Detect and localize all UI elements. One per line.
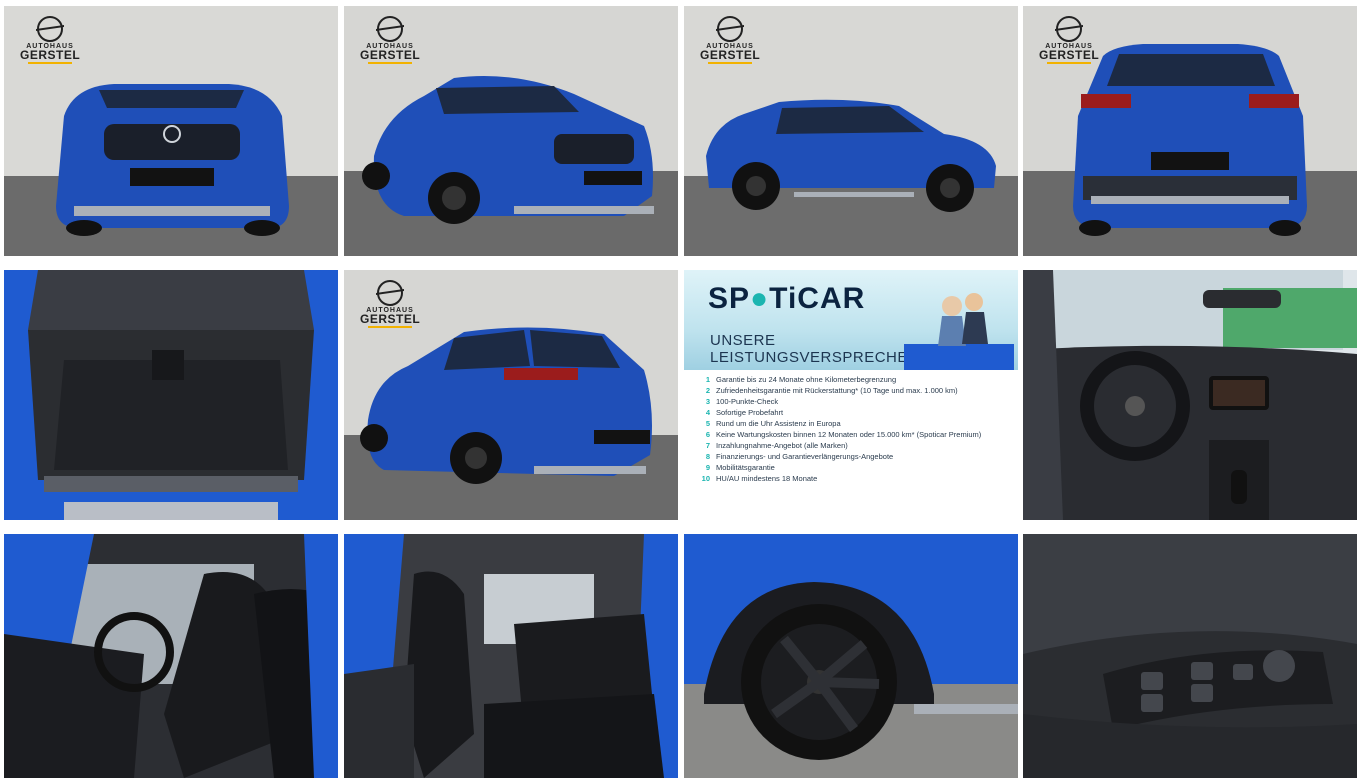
gallery-tile-rear-seats[interactable]	[344, 534, 678, 778]
opel-logo-icon	[1056, 16, 1082, 42]
promo-item-text: Keine Wartungskosten binnen 12 Monaten o…	[716, 430, 982, 439]
promo-list: 1 Garantie bis zu 24 Monate ohne Kilomete…	[694, 374, 1014, 484]
promo-item-text: Rund um die Uhr Assistenz in Europa	[716, 419, 841, 428]
promo-item-text: Zufriedenheitsgarantie mit Rückerstattun…	[716, 386, 958, 395]
promo-item: 4 Sofortige Probefahrt	[694, 407, 1014, 418]
dealer-logo-name: GERSTEL	[1039, 48, 1100, 62]
logo-underline	[368, 326, 412, 328]
logo-underline	[1047, 62, 1091, 64]
gallery-tile-wheel[interactable]	[684, 534, 1018, 778]
promo-item-text: HU/AU mindestens 18 Monate	[716, 474, 818, 483]
dealer-logo: AUTOHAUS GERSTEL	[20, 16, 80, 64]
promo-item-number: 1	[705, 375, 710, 384]
brand-part-b: TiCAR	[769, 282, 866, 315]
gallery-tile-door-controls[interactable]	[1023, 534, 1357, 778]
promo-item-text: Sofortige Probefahrt	[716, 408, 784, 417]
promo-item-number: 3	[705, 397, 710, 406]
promo-item: 3 100-Punkte-Check	[694, 396, 1014, 407]
promo-heading: UNSERE LEISTUNGSVERSPRECHEN	[710, 332, 919, 366]
promo-item-text: Garantie bis zu 24 Monate ohne Kilometer…	[716, 375, 897, 384]
gallery-tile-rear[interactable]: AUTOHAUS GERSTEL	[1023, 6, 1357, 256]
gallery-tile-spoticar-promo[interactable]: SP●TiCAR UNSERE LEISTUNGSVERSPRECHEN 1 Gar…	[684, 270, 1018, 520]
promo-item-number: 7	[705, 441, 710, 450]
promo-item: 5 Rund um die Uhr Assistenz in Europa	[694, 418, 1014, 429]
dealer-logo-name: GERSTEL	[20, 48, 81, 62]
gallery-tile-rear-three-quarter[interactable]: AUTOHAUS GERSTEL	[344, 270, 678, 520]
promo-item-number: 4	[705, 408, 710, 417]
promo-item: 2 Zufriedenheitsgarantie mit Rückerstattu…	[694, 385, 1014, 396]
gallery-tile-cockpit[interactable]	[1023, 270, 1357, 520]
promo-item: 8 Finanzierungs- und Garantieverlängerung…	[694, 451, 1014, 462]
logo-underline	[708, 62, 752, 64]
car-rear-seats-photo	[344, 534, 678, 778]
car-trunk-photo	[4, 270, 338, 520]
promo-photo	[904, 293, 1014, 370]
car-wheel-photo	[684, 534, 1018, 778]
gallery-tile-front-right[interactable]: AUTOHAUS GERSTEL	[344, 6, 678, 256]
promo-heading-line-1: UNSERE	[710, 332, 776, 349]
brand-part-a: SP	[708, 282, 751, 315]
opel-logo-icon	[717, 16, 743, 42]
dealer-logo: AUTOHAUS GERSTEL	[700, 16, 760, 64]
promo-item-number: 9	[705, 463, 710, 472]
dealer-logo: AUTOHAUS GERSTEL	[360, 16, 420, 64]
dealer-logo-name: GERSTEL	[360, 312, 421, 326]
promo-item: 7 Inzahlungnahme-Angebot (alle Marken)	[694, 440, 1014, 451]
opel-logo-icon	[377, 280, 403, 306]
spoticar-brand: SP●TiCAR	[708, 282, 865, 316]
promo-item-number: 6	[705, 430, 710, 439]
opel-logo-icon	[37, 16, 63, 42]
logo-underline	[368, 62, 412, 64]
promo-item-text: 100-Punkte-Check	[716, 397, 779, 406]
opel-logo-icon	[377, 16, 403, 42]
gallery-tile-front-seats[interactable]	[4, 534, 338, 778]
gallery-tile-front[interactable]: AUTOHAUS GERSTEL	[4, 6, 338, 256]
location-pin-icon: ●	[750, 282, 770, 315]
promo-item-text: Mobilitätsgarantie	[716, 463, 775, 472]
logo-underline	[28, 62, 72, 64]
promo-item: 9 Mobilitätsgarantie	[694, 462, 1014, 473]
car-door-controls-photo	[1023, 534, 1357, 778]
image-gallery: AUTOHAUS GERSTEL AUTOHAUS GERSTEL AUTOHA…	[0, 0, 1363, 778]
promo-item-number: 8	[705, 452, 710, 461]
gallery-tile-side[interactable]: AUTOHAUS GERSTEL	[684, 6, 1018, 256]
dealer-logo: AUTOHAUS GERSTEL	[1039, 16, 1099, 64]
promo-item-text: Finanzierungs- und Garantieverlängerungs…	[716, 452, 894, 461]
dealer-logo-name: GERSTEL	[700, 48, 761, 62]
promo-header: SP●TiCAR UNSERE LEISTUNGSVERSPRECHEN	[684, 270, 1018, 370]
car-front-seats-photo	[4, 534, 338, 778]
promo-item: 6 Keine Wartungskosten binnen 12 Monaten …	[694, 429, 1014, 440]
promo-item: 10 HU/AU mindestens 18 Monate	[694, 473, 1014, 484]
promo-item-number: 2	[705, 386, 710, 395]
car-cockpit-photo	[1023, 270, 1357, 520]
gallery-tile-trunk[interactable]	[4, 270, 338, 520]
dealer-logo: AUTOHAUS GERSTEL	[360, 280, 420, 328]
promo-item-text: Inzahlungnahme-Angebot (alle Marken)	[716, 441, 848, 450]
dealer-logo-name: GERSTEL	[360, 48, 421, 62]
promo-item: 1 Garantie bis zu 24 Monate ohne Kilomete…	[694, 374, 1014, 385]
promo-item-number: 5	[705, 419, 710, 428]
promo-heading-line-2: LEISTUNGSVERSPRECHEN	[710, 349, 920, 366]
promo-item-number: 10	[701, 474, 710, 483]
